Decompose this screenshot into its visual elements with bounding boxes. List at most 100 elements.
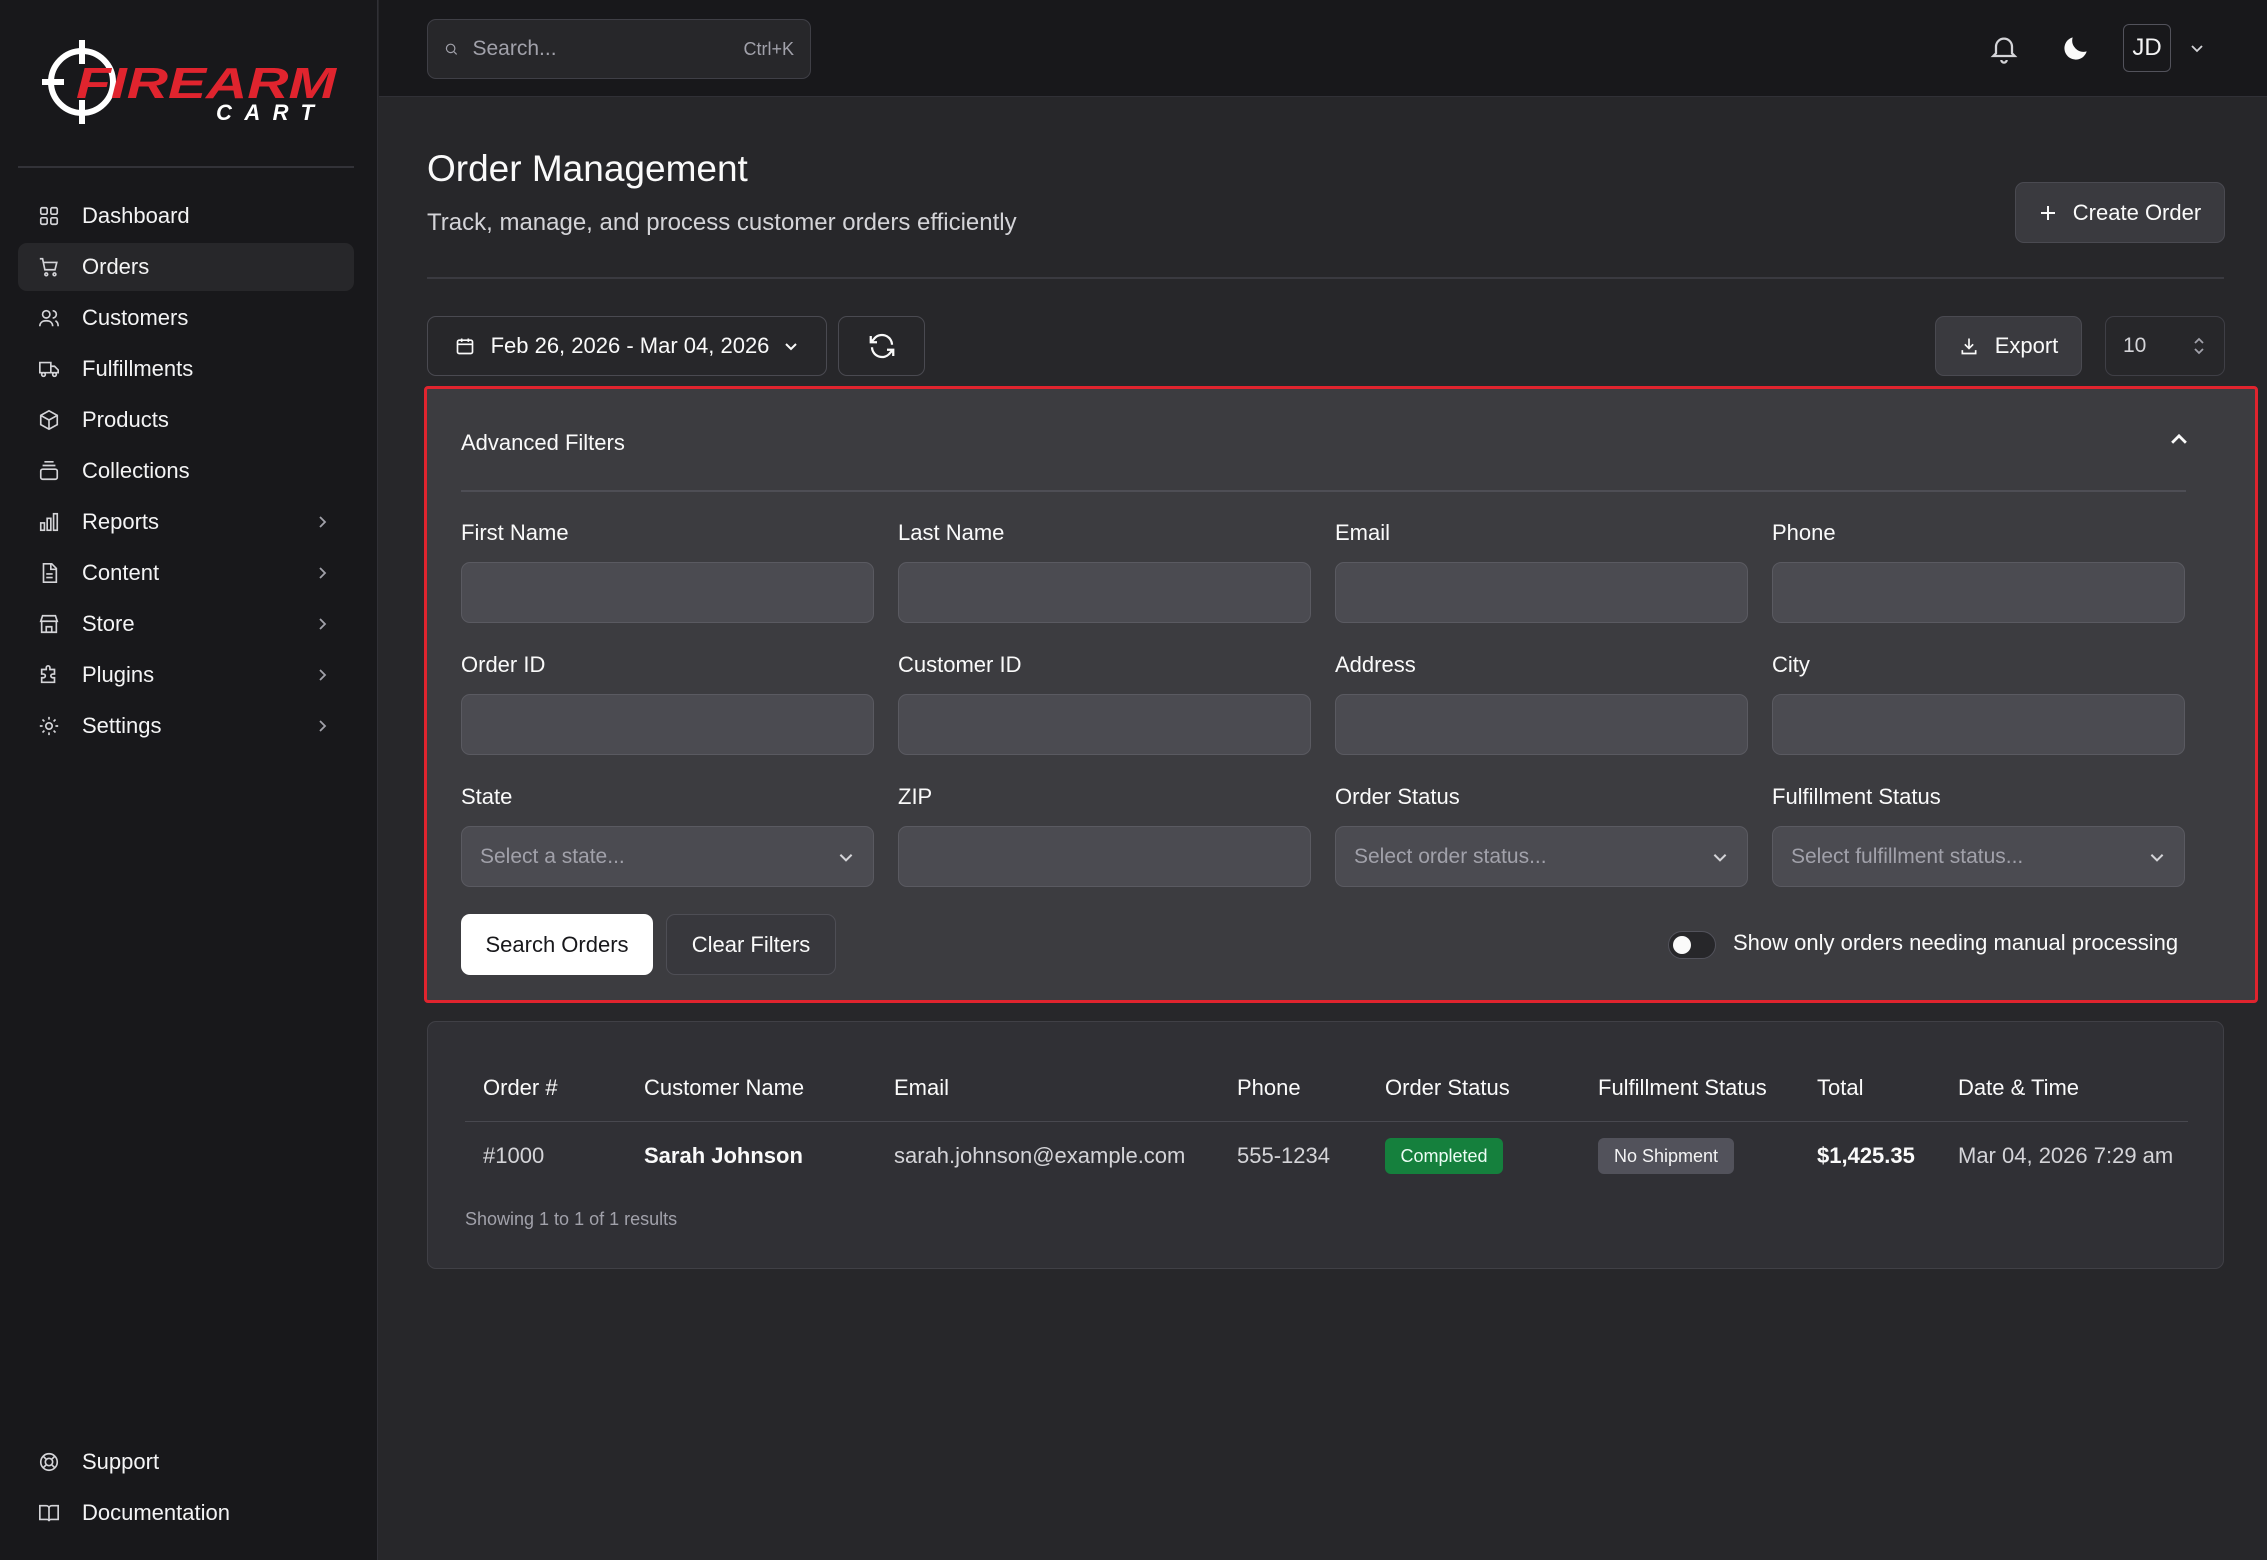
phone-label: Phone: [1772, 520, 1836, 545]
email-cell: sarah.johnson@example.com: [894, 1143, 1186, 1168]
sidebar-item-orders[interactable]: Orders: [18, 243, 354, 291]
column-header-order-number[interactable]: Order #: [483, 1075, 558, 1101]
phone-input[interactable]: [1772, 562, 2185, 623]
create-order-label: Create Order: [2072, 199, 2202, 225]
sidebar-item-settings[interactable]: Settings: [18, 702, 354, 750]
customer-name-cell: Sarah Johnson: [644, 1143, 803, 1168]
sidebar-item-documentation[interactable]: Documentation: [18, 1489, 354, 1537]
per-page-select[interactable]: 10: [2105, 316, 2225, 376]
manual-processing-toggle[interactable]: [1668, 931, 1716, 959]
zip-input[interactable]: [898, 826, 1311, 887]
sidebar: FIREARM CART Dashboard Orders Customers …: [0, 0, 378, 1560]
bell-icon[interactable]: [1988, 32, 2020, 64]
filters-title: Advanced Filters: [461, 430, 625, 455]
column-header-customer-name[interactable]: Customer Name: [644, 1075, 804, 1101]
global-search[interactable]: Ctrl+K: [427, 19, 811, 79]
column-header-phone[interactable]: Phone: [1237, 1075, 1301, 1101]
page-title: Order Management: [427, 148, 748, 189]
sidebar-item-content[interactable]: Content: [18, 549, 354, 597]
filters-divider: [461, 490, 2186, 492]
sidebar-item-plugins[interactable]: Plugins: [18, 651, 354, 699]
bar-chart-icon: [39, 512, 59, 532]
last-name-input[interactable]: [898, 562, 1311, 623]
avatar[interactable]: JD: [2123, 24, 2171, 72]
fulfillment-status-select[interactable]: Select fulfillment status...: [1772, 826, 2185, 887]
email-label: Email: [1335, 520, 1391, 545]
users-icon: [39, 309, 59, 327]
first-name-label: First Name: [461, 520, 569, 545]
address-input[interactable]: [1335, 694, 1748, 755]
order-status-placeholder: Select order status...: [1354, 844, 1547, 868]
sidebar-item-customers[interactable]: Customers: [18, 294, 354, 342]
chevron-down-icon: [1713, 853, 1727, 862]
order-number-cell[interactable]: #1000: [483, 1143, 544, 1169]
lifebuoy-icon: [39, 1452, 59, 1472]
sidebar-item-fulfillments[interactable]: Fulfillments: [18, 345, 354, 393]
sidebar-item-label: Fulfillments: [82, 356, 194, 381]
moon-icon[interactable]: [2060, 32, 2092, 64]
column-header-date-time[interactable]: Date & Time: [1958, 1075, 2079, 1101]
order-id-label: Order ID: [461, 652, 546, 677]
sidebar-item-label: Orders: [82, 254, 150, 279]
column-header-total[interactable]: Total: [1817, 1075, 1863, 1101]
state-select[interactable]: Select a state...: [461, 826, 874, 887]
file-icon: [42, 563, 58, 583]
search-icon: [445, 43, 458, 55]
sidebar-item-products[interactable]: Products: [18, 396, 354, 444]
order-status-select[interactable]: Select order status...: [1335, 826, 1748, 887]
sidebar-item-label: Products: [82, 407, 169, 432]
column-header-email[interactable]: Email: [894, 1075, 949, 1101]
chevron-right-icon: [319, 567, 327, 579]
chevron-right-icon: [319, 669, 327, 681]
fulfillment-status-badge: No Shipment: [1598, 1138, 1734, 1174]
city-label: City: [1772, 652, 1810, 677]
fulfillment-status-label: Fulfillment Status: [1772, 784, 1941, 809]
chevron-up-icon[interactable]: [2168, 429, 2190, 451]
sidebar-item-label: Support: [82, 1449, 160, 1474]
date-range-label: Feb 26, 2026 - Mar 04, 2026: [490, 333, 770, 358]
sidebar-nav: Dashboard Orders Customers Fulfillments …: [18, 192, 354, 753]
export-label: Export: [1994, 333, 2059, 358]
chevron-down-icon: [785, 343, 798, 351]
customer-id-input[interactable]: [898, 694, 1311, 755]
sidebar-item-label: Dashboard: [82, 203, 190, 228]
sidebar-bottom-nav: Support Documentation: [18, 1438, 354, 1540]
sidebar-item-collections[interactable]: Collections: [18, 447, 354, 495]
clear-filters-button[interactable]: Clear Filters: [666, 914, 836, 975]
order-id-input[interactable]: [461, 694, 874, 755]
city-input[interactable]: [1772, 694, 2185, 755]
sidebar-item-store[interactable]: Store: [18, 600, 354, 648]
truck-icon: [39, 361, 59, 378]
gear-icon: [39, 716, 59, 736]
search-orders-button[interactable]: Search Orders: [461, 914, 653, 975]
order-status-label: Order Status: [1335, 784, 1460, 809]
manual-processing-label: Show only orders needing manual processi…: [1733, 930, 2179, 955]
refresh-icon: [869, 333, 894, 359]
chevron-down-icon[interactable]: [2189, 40, 2205, 56]
top-bar: Ctrl+K JD: [379, 0, 2267, 97]
sidebar-item-label: Collections: [82, 458, 190, 483]
create-order-button[interactable]: Create Order: [2015, 182, 2225, 243]
header-divider: [427, 277, 2224, 279]
table-header-divider: [465, 1121, 2188, 1122]
sidebar-item-label: Content: [82, 560, 160, 585]
sidebar-item-support[interactable]: Support: [18, 1438, 354, 1486]
calendar-icon: [456, 338, 473, 355]
plus-icon: [2040, 205, 2055, 220]
refresh-button[interactable]: [838, 316, 925, 376]
export-button[interactable]: Export: [1935, 316, 2082, 376]
orders-table: Order # Customer Name Email Phone Order …: [427, 1021, 2224, 1269]
first-name-input[interactable]: [461, 562, 874, 623]
sidebar-item-dashboard[interactable]: Dashboard: [18, 192, 354, 240]
column-header-order-status[interactable]: Order Status: [1385, 1075, 1510, 1101]
brand-logo[interactable]: FIREARM CART: [40, 36, 340, 126]
advanced-filters-panel: Advanced Filters First Name Last Name Em…: [424, 386, 2258, 1003]
column-header-fulfillment-status[interactable]: Fulfillment Status: [1598, 1075, 1767, 1101]
fulfillment-status-placeholder: Select fulfillment status...: [1791, 844, 2024, 868]
date-range-picker[interactable]: Feb 26, 2026 - Mar 04, 2026: [427, 316, 827, 376]
email-input[interactable]: [1335, 562, 1748, 623]
customer-id-label: Customer ID: [898, 652, 1022, 677]
sidebar-item-reports[interactable]: Reports: [18, 498, 354, 546]
search-input[interactable]: [472, 37, 744, 61]
state-label: State: [461, 784, 513, 809]
